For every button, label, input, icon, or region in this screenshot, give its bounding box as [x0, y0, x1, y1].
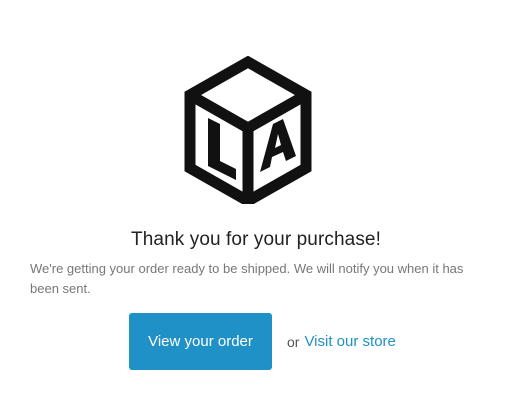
or-label: or — [287, 333, 300, 350]
store-logo — [184, 56, 312, 204]
page-title: Thank you for your purchase! — [131, 229, 381, 250]
action-row: View your order or Visit our store — [129, 313, 396, 370]
order-confirmation-page: Thank you for your purchase! We're getti… — [0, 0, 512, 411]
order-status-message: We're getting your order ready to be shi… — [30, 261, 464, 296]
view-order-button[interactable]: View your order — [129, 313, 272, 370]
visit-store-link[interactable]: Visit our store — [304, 333, 395, 350]
